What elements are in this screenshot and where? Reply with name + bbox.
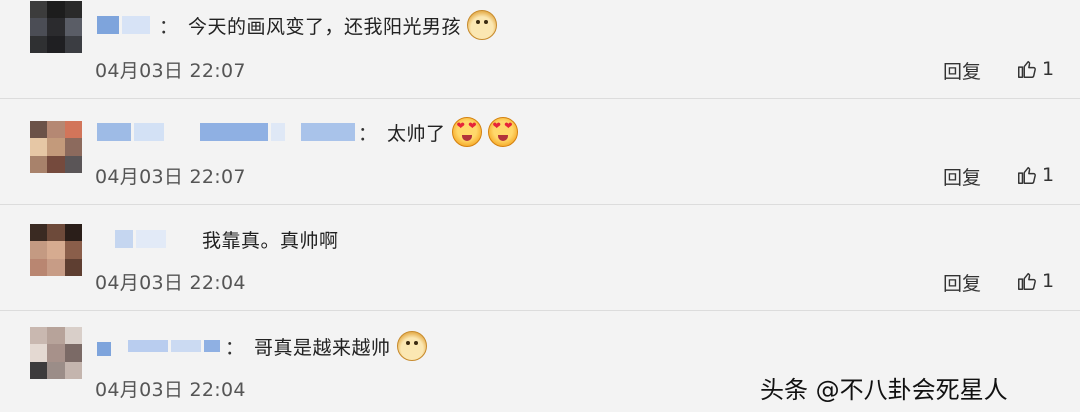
username-blurred[interactable]	[97, 123, 131, 141]
comment-text: 我靠真。真帅啊	[202, 229, 339, 252]
thumbs-up-icon	[1018, 166, 1036, 184]
username-blurred[interactable]	[134, 123, 164, 141]
username-blurred[interactable]	[301, 123, 355, 141]
comment-text: 太帅了	[387, 122, 446, 145]
username-blurred[interactable]	[97, 342, 111, 356]
username-blurred[interactable]	[171, 340, 201, 352]
colon: ：	[358, 122, 378, 145]
comment-header: ： 哥真是越来越帅	[97, 331, 427, 361]
like-count: 1	[1042, 164, 1055, 186]
username-blurred[interactable]	[115, 230, 133, 248]
watermark: 头条 @不八卦会死星人	[760, 376, 1008, 404]
avatar[interactable]	[30, 121, 82, 173]
username-blurred[interactable]	[271, 123, 285, 141]
heart-eyes-emoji-icon	[487, 117, 518, 147]
avatar[interactable]	[30, 224, 82, 276]
like-button[interactable]: 1	[1016, 270, 1054, 292]
username-blurred[interactable]	[128, 340, 168, 352]
heart-eyes-emoji-icon	[451, 117, 482, 147]
thumbs-up-icon	[1018, 272, 1036, 290]
doge-emoji-icon	[396, 331, 427, 361]
username-blurred[interactable]	[204, 340, 220, 352]
comment-text: 哥真是越来越帅	[254, 336, 391, 359]
avatar[interactable]	[30, 327, 82, 379]
comment-date: 04月03日 22:04	[95, 272, 246, 294]
like-button[interactable]: 1	[1016, 164, 1054, 186]
comment-date: 04月03日 22:04	[95, 379, 246, 401]
comment-header: 我靠真。真帅啊	[97, 226, 339, 252]
colon: ：	[225, 336, 245, 359]
username-blurred[interactable]	[136, 230, 166, 248]
comment-date: 04月03日 22:07	[95, 166, 246, 188]
comment-item: ： 哥真是越来越帅 04月03日 22:04	[0, 0, 1080, 401]
username-blurred[interactable]	[200, 123, 268, 141]
like-count: 1	[1042, 270, 1055, 292]
divider	[0, 204, 1080, 205]
comment-header: ： 太帅了	[97, 117, 518, 147]
reply-button[interactable]: 回复	[943, 163, 981, 190]
reply-button[interactable]: 回复	[943, 269, 981, 296]
divider	[0, 310, 1080, 311]
